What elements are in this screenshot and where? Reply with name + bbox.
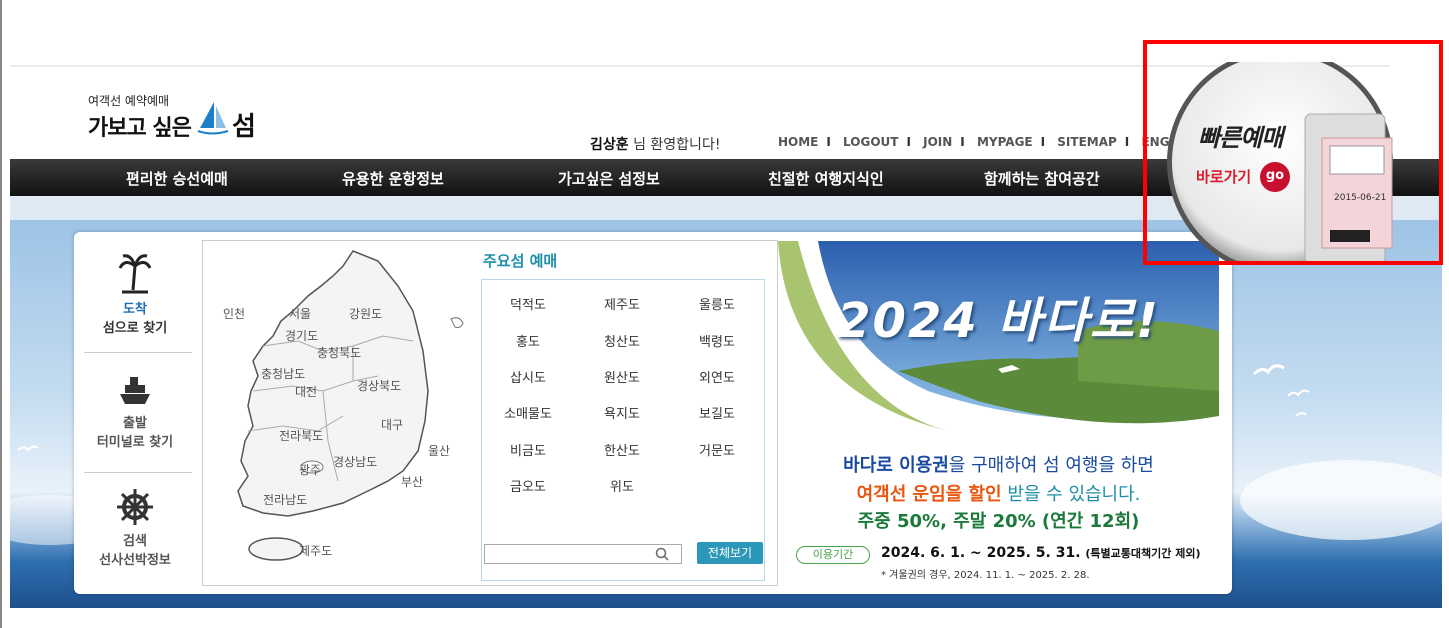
nav-island-info[interactable]: 가고싶은 섬정보 (558, 168, 660, 189)
promo-line2-text: 받을 수 있습니다. (1001, 484, 1141, 505)
promo-period: 2024. 6. 1. ~ 2025. 5. 31. (특별교통대책기간 제외) (881, 545, 1201, 561)
side-tab-island-title: 도착 (123, 302, 147, 317)
nav-booking[interactable]: 편리한 승선예매 (126, 168, 228, 189)
ship-icon (120, 377, 150, 404)
region-gyeongnam[interactable]: 경상남도 (333, 453, 377, 470)
user-name: 김상훈 (590, 137, 629, 153)
island-link[interactable]: 위도 (582, 476, 662, 495)
region-daejeon[interactable]: 대전 (295, 383, 317, 400)
side-tab-island-subtitle: 섬으로 찾기 (102, 321, 168, 336)
island-link[interactable]: 한산도 (582, 440, 662, 459)
nav-community[interactable]: 함께하는 참여공간 (984, 168, 1100, 189)
side-tab-island[interactable]: 도착 섬으로 찾기 (84, 252, 186, 336)
region-jeonnam[interactable]: 전라남도 (263, 491, 307, 508)
util-sitemap[interactable]: SITEMAP (1057, 135, 1117, 149)
util-mypage[interactable]: MYPAGE (977, 135, 1033, 149)
island-link[interactable]: 원산도 (582, 367, 662, 386)
island-link[interactable]: 욕지도 (582, 403, 662, 422)
island-link[interactable]: 금오도 (488, 476, 568, 495)
region-daegu[interactable]: 대구 (381, 416, 403, 433)
region-ulsan[interactable]: 울산 (428, 442, 450, 459)
promo-period-label: 이용기간 (796, 546, 870, 564)
sailboat-icon (197, 102, 229, 135)
island-link[interactable]: 거문도 (677, 440, 757, 459)
promo-headline: 2024 바다로! (837, 293, 1160, 349)
region-gyeonggi[interactable]: 경기도 (285, 327, 318, 344)
side-tab-terminal-title: 출발 (123, 416, 147, 431)
island-link[interactable]: 울릉도 (677, 294, 757, 313)
ship-wheel-icon (117, 489, 153, 525)
welcome-suffix: 님 환영합니다! (628, 137, 721, 153)
promo-banner[interactable]: 2024 바다로! 바다로 이용권을 구매하여 섬 여행을 하면 여객선 운임을… (778, 241, 1219, 586)
region-seoul[interactable]: 서울 (289, 305, 311, 322)
promo-period-dates: 2024. 6. 1. ~ 2025. 5. 31. (881, 545, 1081, 561)
island-link[interactable]: 제주도 (582, 294, 662, 313)
logo-title: 가보고 싶은 (88, 116, 192, 141)
highlight-box (1143, 40, 1443, 265)
region-incheon[interactable]: 인천 (223, 305, 245, 322)
island-link[interactable]: 덕적도 (488, 294, 568, 313)
korea-map (237, 250, 464, 561)
side-tab-ship-title: 검색 (123, 534, 147, 549)
promo-period-note: (특별교통대책기간 제외) (1085, 547, 1201, 560)
island-link[interactable]: 삽시도 (488, 367, 568, 386)
promo-winter-note: * 겨울권의 경우, 2024. 11. 1. ~ 2025. 2. 28. (881, 570, 1090, 581)
region-gangwon[interactable]: 강원도 (349, 305, 382, 322)
search-icon[interactable] (655, 547, 669, 561)
region-chungbuk[interactable]: 충청북도 (317, 344, 361, 361)
util-logout[interactable]: LOGOUT (843, 135, 898, 149)
promo-line1-text: 을 구매하여 섬 여행을 하면 (948, 455, 1154, 476)
side-divider (84, 352, 192, 353)
island-link[interactable]: 비금도 (488, 440, 568, 459)
island-link[interactable]: 소매물도 (488, 403, 568, 422)
nav-travel-qa[interactable]: 친절한 여행지식인 (768, 168, 884, 189)
promo-line2: 여객선 운임을 할인 받을 수 있습니다. (778, 480, 1219, 506)
region-busan[interactable]: 부산 (401, 473, 423, 490)
region-gwangju[interactable]: 광주 (299, 461, 321, 478)
island-link[interactable]: 외연도 (677, 367, 757, 386)
side-tab-terminal[interactable]: 출발 터미널로 찾기 (84, 374, 186, 450)
logo-island: 섬 (232, 112, 256, 142)
promo-discount: 여객선 운임을 할인 (856, 484, 1002, 505)
utility-nav: HOMEI LOGOUTI JOINI MYPAGEI SITEMAPI ENG… (772, 135, 1206, 149)
island-link[interactable]: 보길도 (677, 403, 757, 422)
island-link[interactable]: 청산도 (582, 331, 662, 350)
island-list-title: 주요섬 예매 (483, 252, 558, 270)
promo-line1: 바다로 이용권을 구매하여 섬 여행을 하면 (778, 451, 1219, 477)
left-edge (0, 0, 2, 628)
logo-subtitle: 여객선 예약예매 (88, 94, 170, 108)
view-all-button[interactable]: 전체보기 (697, 542, 763, 564)
island-search-input[interactable] (484, 544, 682, 564)
region-jeju[interactable]: 제주도 (299, 542, 332, 559)
side-divider (84, 472, 192, 473)
promo-rates: 주중 50%, 주말 20% (연간 12회) (857, 511, 1140, 532)
region-chungnam[interactable]: 충청남도 (261, 365, 305, 382)
region-jeonbuk[interactable]: 전라북도 (279, 427, 323, 444)
side-tab-ship-info[interactable]: 검색 선사선박정보 (84, 488, 186, 568)
palm-tree-icon (118, 254, 152, 294)
nav-operation-info[interactable]: 유용한 운항정보 (342, 168, 444, 189)
island-link[interactable]: 백령도 (677, 331, 757, 350)
region-gyeongbuk[interactable]: 경상북도 (357, 377, 401, 394)
util-home[interactable]: HOME (778, 135, 818, 149)
side-tab-ship-subtitle: 선사선박정보 (99, 553, 171, 568)
promo-pass-name: 바다로 이용권 (843, 455, 949, 476)
island-link[interactable]: 홍도 (488, 331, 568, 350)
welcome-message: 김상훈 님 환영합니다! (590, 134, 720, 154)
island-list: 덕적도 제주도 울릉도 홍도 청산도 백령도 삽시도 원산도 외연도 소매물도 … (481, 279, 765, 581)
side-tab-terminal-subtitle: 터미널로 찾기 (96, 435, 174, 450)
util-join[interactable]: JOIN (923, 135, 952, 149)
